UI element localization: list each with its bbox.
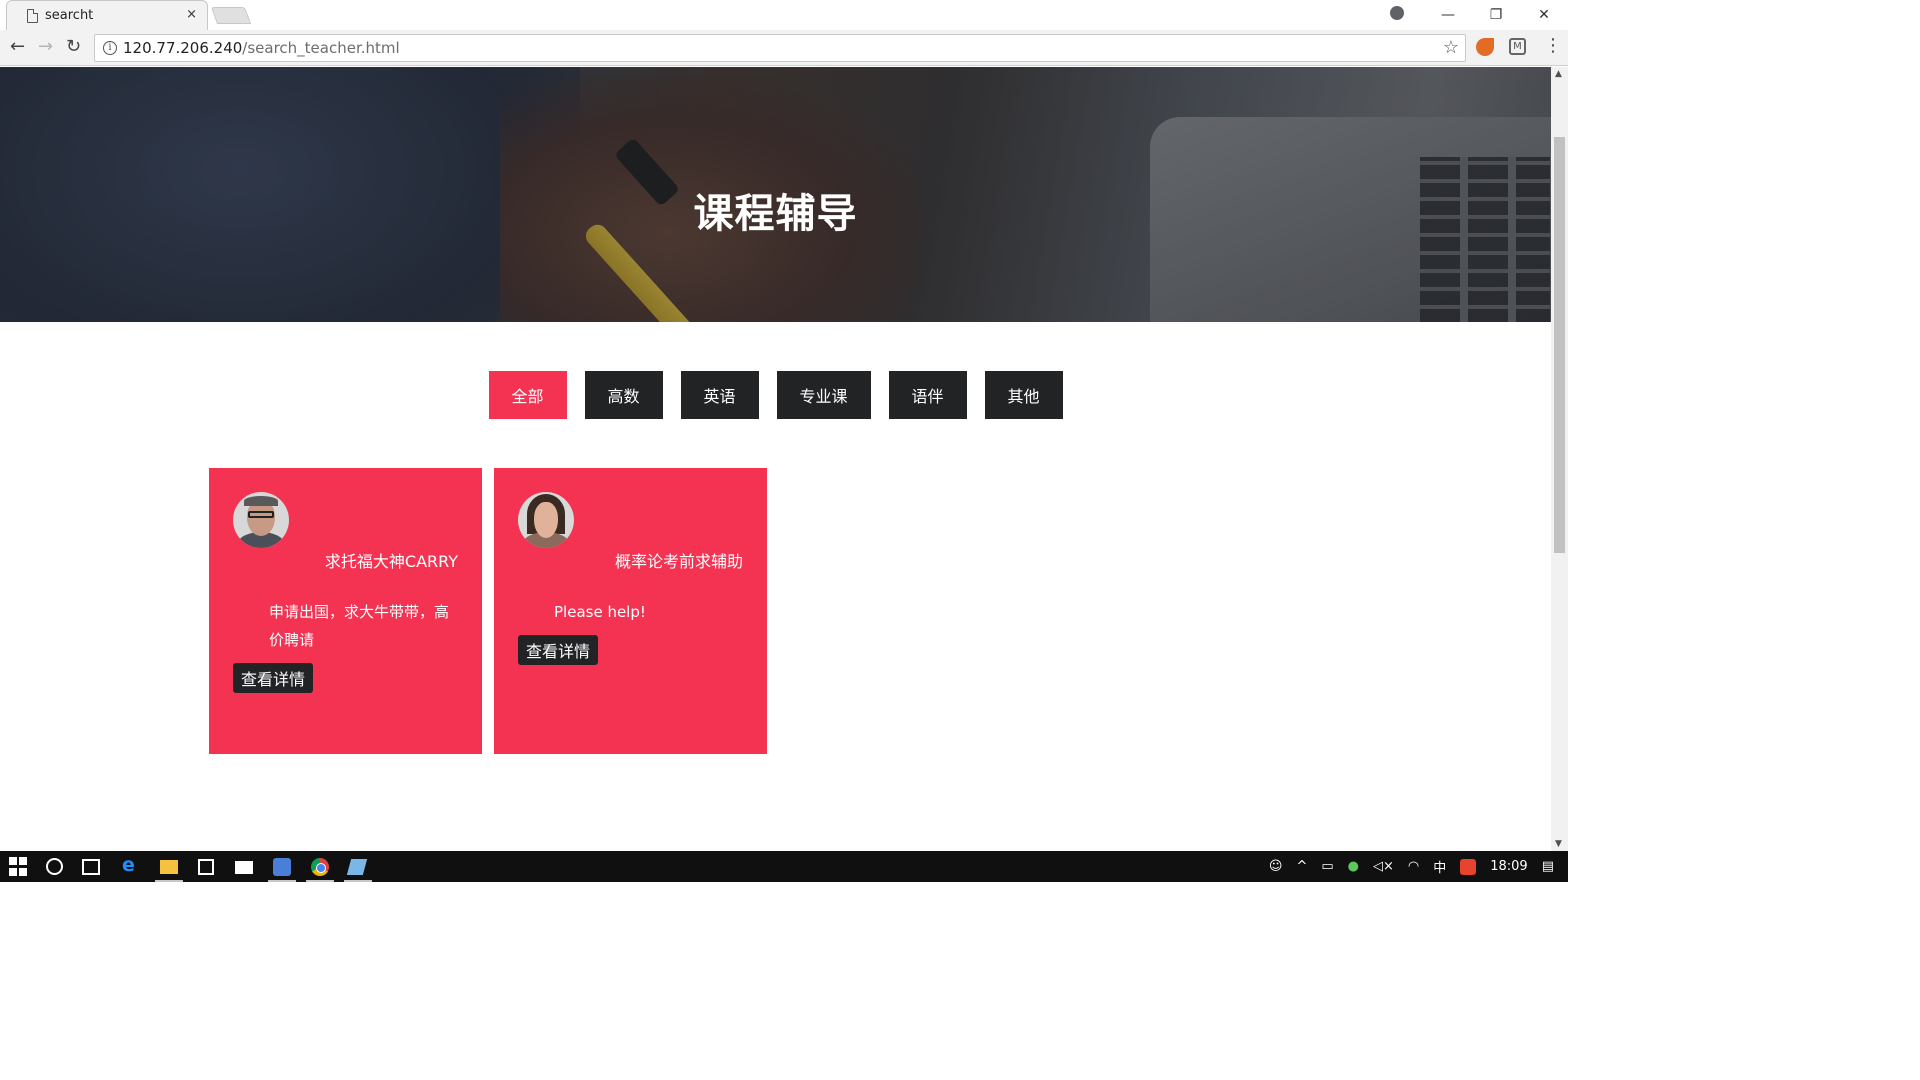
- wechat-icon[interactable]: ●: [1348, 859, 1359, 874]
- tab-close-icon[interactable]: ×: [186, 7, 197, 22]
- show-hidden-icons-icon[interactable]: ^: [1296, 859, 1307, 874]
- cortana-search-icon[interactable]: [46, 858, 63, 875]
- clock[interactable]: 18:09: [1490, 859, 1527, 874]
- window-controls: — ❐ ✕: [1424, 0, 1568, 30]
- request-card: 求托福大神CARRY 申请出国，求大牛带带，高价聘请 查看详情: [209, 468, 482, 754]
- browser-toolbar: ← → ↻ i 120.77.206.240/search_teacher.ht…: [0, 30, 1568, 66]
- task-view-icon[interactable]: [82, 859, 100, 875]
- view-details-button[interactable]: 查看详情: [518, 635, 599, 665]
- profile-icon[interactable]: [1390, 6, 1404, 20]
- card-title: 求托福大神CARRY: [324, 552, 458, 571]
- back-arrow-icon[interactable]: ←: [10, 36, 25, 57]
- female-avatar: [518, 492, 574, 548]
- filter-english-button[interactable]: 英语: [680, 371, 759, 419]
- file-explorer-icon[interactable]: [160, 860, 178, 874]
- url-path: /search_teacher.html: [242, 39, 400, 57]
- hero-banner: 课程辅导: [0, 67, 1551, 322]
- filter-all-button[interactable]: 全部: [488, 371, 567, 419]
- close-window-button[interactable]: ✕: [1520, 7, 1568, 23]
- page-icon: [27, 9, 38, 23]
- running-indicator: [306, 880, 334, 882]
- network-icon[interactable]: ◠: [1408, 859, 1419, 874]
- card-title: 概率论考前求辅助: [614, 552, 743, 571]
- card-description: 申请出国，求大牛带带，高价聘请: [269, 603, 450, 649]
- category-filter-bar: 全部 高数 英语 专业课 语伴 其他: [0, 371, 1551, 419]
- info-icon[interactable]: i: [103, 41, 117, 55]
- action-center-icon[interactable]: ▤: [1542, 859, 1554, 874]
- extension-icon[interactable]: [1476, 38, 1494, 56]
- input-method-indicator[interactable]: 中: [1433, 857, 1446, 876]
- windows-start-icon[interactable]: [9, 857, 29, 877]
- forward-arrow-icon[interactable]: →: [38, 36, 53, 57]
- card-description: Please help!: [554, 603, 646, 621]
- notepad-app-icon[interactable]: [346, 859, 368, 875]
- new-tab-button[interactable]: [210, 7, 252, 24]
- running-indicator: [268, 880, 296, 882]
- vertical-scrollbar[interactable]: ▲ ▼: [1551, 67, 1568, 851]
- browser-tab[interactable]: searcht ×: [6, 0, 208, 30]
- bookmark-star-icon[interactable]: ☆: [1443, 35, 1459, 61]
- male-avatar: [233, 492, 289, 548]
- view-details-button[interactable]: 查看详情: [233, 663, 314, 693]
- browser-tab-bar: searcht × — ❐ ✕: [0, 0, 1568, 30]
- system-tray: ☺ ^ ▭ ● ◁× ◠ 中 18:09 ▤: [1262, 851, 1568, 882]
- avatar-hair: [244, 496, 278, 506]
- filter-other-button[interactable]: 其他: [984, 371, 1063, 419]
- scroll-down-icon[interactable]: ▼: [1555, 839, 1562, 849]
- battery-icon[interactable]: ▭: [1321, 859, 1333, 874]
- avatar-face: [534, 502, 558, 538]
- scroll-up-icon[interactable]: ▲: [1555, 69, 1562, 79]
- request-card: 概率论考前求辅助 Please help! 查看详情: [494, 468, 767, 754]
- sogou-ime-icon[interactable]: [1460, 858, 1477, 875]
- browser-menu-icon[interactable]: ⋮: [1544, 35, 1562, 56]
- windows-taskbar: e ☺ ^ ▭ ● ◁× ◠ 中 18:09 ▤: [0, 851, 1568, 882]
- app-icon[interactable]: [273, 858, 291, 876]
- address-bar[interactable]: i 120.77.206.240/search_teacher.html ☆: [94, 34, 1466, 62]
- volume-muted-icon[interactable]: ◁×: [1373, 859, 1394, 874]
- minimize-button[interactable]: —: [1424, 7, 1472, 23]
- extension-m-icon[interactable]: M: [1509, 38, 1526, 55]
- store-icon[interactable]: [198, 859, 214, 875]
- reload-icon[interactable]: ↻: [66, 36, 81, 57]
- running-indicator: [344, 880, 372, 882]
- url-host: 120.77.206.240: [123, 39, 243, 57]
- filter-language-partner-button[interactable]: 语伴: [888, 371, 967, 419]
- page-viewport: 课程辅导 全部 高数 英语 专业课 语伴 其他 求托福大神CARRY 申请出国，…: [0, 67, 1551, 851]
- people-icon[interactable]: ☺: [1269, 859, 1283, 874]
- running-indicator: [155, 880, 183, 882]
- filter-major-course-button[interactable]: 专业课: [776, 371, 871, 419]
- page-title: 课程辅导: [693, 191, 858, 237]
- mail-icon[interactable]: [235, 861, 253, 874]
- chrome-icon[interactable]: [311, 858, 329, 876]
- tab-title: searcht: [45, 8, 94, 23]
- glasses-icon: [248, 511, 274, 518]
- edge-browser-icon[interactable]: e: [122, 854, 142, 876]
- scrollbar-thumb[interactable]: [1554, 137, 1565, 553]
- restore-button[interactable]: ❐: [1472, 7, 1520, 23]
- filter-math-button[interactable]: 高数: [584, 371, 663, 419]
